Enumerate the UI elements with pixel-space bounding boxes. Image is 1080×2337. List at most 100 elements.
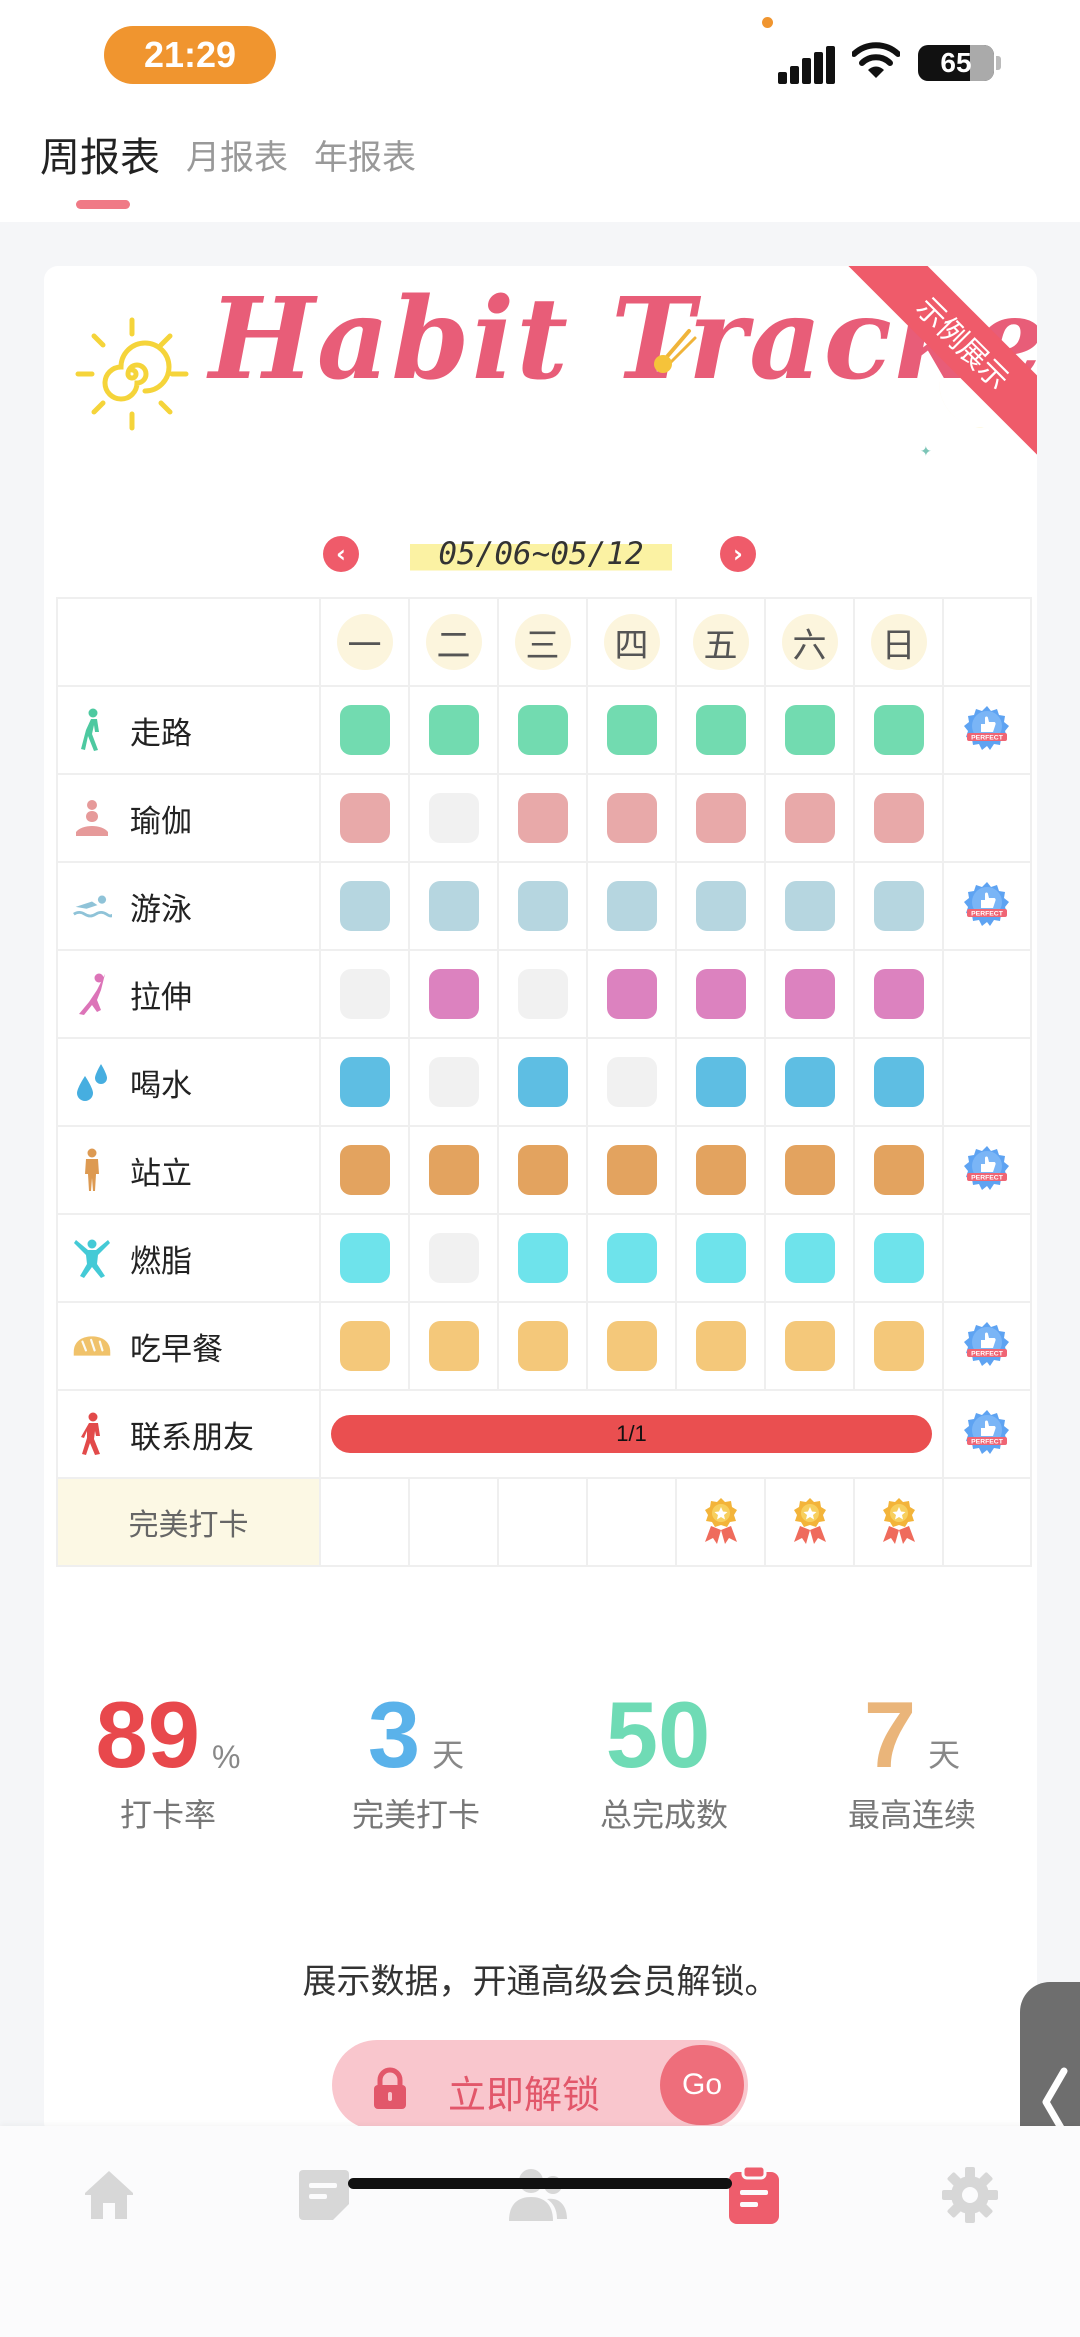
- habit-name-cell: 走路: [56, 685, 321, 775]
- day-cell[interactable]: [764, 773, 855, 863]
- checkin-done-square: [873, 1321, 924, 1371]
- day-cell[interactable]: [497, 949, 588, 1039]
- checkin-done-square: [873, 1145, 924, 1195]
- checkin-done-square: [695, 1233, 746, 1283]
- svg-text:✦: ✦: [920, 444, 932, 458]
- day-cell[interactable]: [675, 773, 766, 863]
- nav-friends[interactable]: [503, 2160, 573, 2230]
- day-cell[interactable]: [586, 1301, 677, 1391]
- day-cell[interactable]: [408, 773, 499, 863]
- checkin-done-square: [695, 1057, 746, 1107]
- habit-grid: 一 二 三 四 五 六 日 走路 PERFECT 瑜伽 游泳 PERFECT 拉伸 喝水 站立…: [56, 597, 1032, 1567]
- habit-name-cell: 游泳: [56, 861, 321, 951]
- day-cell[interactable]: [853, 1213, 944, 1303]
- day-cell[interactable]: [764, 1125, 855, 1215]
- day-cell[interactable]: [408, 1125, 499, 1215]
- day-cell[interactable]: [675, 1125, 766, 1215]
- day-cell[interactable]: [497, 1037, 588, 1127]
- day-cell[interactable]: [586, 773, 677, 863]
- day-cell[interactable]: [319, 861, 410, 951]
- day-cell[interactable]: [853, 773, 944, 863]
- nav-report[interactable]: [719, 2160, 789, 2230]
- nav-notes[interactable]: [289, 2160, 359, 2230]
- progress-bar[interactable]: 1/1: [331, 1415, 932, 1453]
- habit-row: 拉伸: [56, 949, 1032, 1039]
- thumbs-up-badge-icon: PERFECT: [964, 1410, 1010, 1459]
- day-cell[interactable]: [853, 1037, 944, 1127]
- checkin-empty-square: [606, 1057, 657, 1107]
- day-cell[interactable]: [853, 1301, 944, 1391]
- day-cell[interactable]: [408, 861, 499, 951]
- day-cell[interactable]: [764, 949, 855, 1039]
- day-cell[interactable]: [586, 1037, 677, 1127]
- day-cell[interactable]: [408, 1213, 499, 1303]
- habit-1[interactable]: 瑜伽: [58, 795, 319, 841]
- day-cell[interactable]: [319, 1213, 410, 1303]
- day-cell[interactable]: [853, 861, 944, 951]
- day-cell[interactable]: [497, 861, 588, 951]
- day-cell[interactable]: [675, 949, 766, 1039]
- habit-4[interactable]: 喝水: [58, 1059, 319, 1105]
- day-cell[interactable]: [319, 1125, 410, 1215]
- day-cell[interactable]: [675, 685, 766, 775]
- day-cell[interactable]: [497, 1301, 588, 1391]
- day-cell[interactable]: [853, 685, 944, 775]
- day-cell[interactable]: [497, 1213, 588, 1303]
- day-cell[interactable]: [408, 1301, 499, 1391]
- day-cell[interactable]: [764, 1213, 855, 1303]
- habit-6[interactable]: 燃脂: [58, 1235, 319, 1281]
- checkin-done-square: [695, 1145, 746, 1195]
- day-cell[interactable]: [853, 949, 944, 1039]
- checkin-done-square: [517, 1057, 568, 1107]
- nav-home[interactable]: [74, 2160, 144, 2230]
- day-cell[interactable]: [319, 949, 410, 1039]
- day-header: 四: [586, 597, 677, 687]
- checkin-done-square: [517, 705, 568, 755]
- habit-3[interactable]: 拉伸: [58, 971, 319, 1017]
- perfect-day-cell: [586, 1477, 677, 1567]
- habit-2[interactable]: 游泳: [58, 883, 319, 929]
- day-cell[interactable]: [408, 685, 499, 775]
- day-cell[interactable]: [586, 1125, 677, 1215]
- nav-settings[interactable]: [935, 2160, 1005, 2230]
- day-cell[interactable]: [675, 861, 766, 951]
- habit-0[interactable]: 走路: [58, 707, 319, 753]
- day-cell[interactable]: [764, 861, 855, 951]
- checkin-empty-square: [517, 969, 568, 1019]
- day-cell[interactable]: [408, 949, 499, 1039]
- day-cell[interactable]: [764, 1037, 855, 1127]
- unlock-button[interactable]: 立即解锁 Go: [332, 2040, 748, 2130]
- day-cell[interactable]: [497, 1125, 588, 1215]
- day-cell[interactable]: [675, 1037, 766, 1127]
- go-button[interactable]: Go: [660, 2045, 744, 2125]
- day-cell[interactable]: [586, 685, 677, 775]
- habit-name-cell: 拉伸: [56, 949, 321, 1039]
- day-cell[interactable]: [497, 685, 588, 775]
- day-cell[interactable]: [319, 1037, 410, 1127]
- day-cell[interactable]: [319, 1301, 410, 1391]
- checkin-done-square: [695, 1321, 746, 1371]
- prev-week-button[interactable]: ‹: [323, 536, 359, 572]
- tab-monthly[interactable]: 月报表: [186, 138, 288, 214]
- day-cell[interactable]: [764, 685, 855, 775]
- day-cell[interactable]: [675, 1213, 766, 1303]
- day-cell[interactable]: [497, 773, 588, 863]
- day-cell[interactable]: [586, 1213, 677, 1303]
- checkin-done-square: [873, 1057, 924, 1107]
- day-cell[interactable]: [408, 1037, 499, 1127]
- day-cell[interactable]: [319, 773, 410, 863]
- habit-7[interactable]: 吃早餐: [58, 1323, 319, 1369]
- day-cell[interactable]: [764, 1301, 855, 1391]
- next-week-button[interactable]: ›: [720, 536, 756, 572]
- day-cell[interactable]: [586, 861, 677, 951]
- habit-contact-friends[interactable]: 联系朋友: [58, 1411, 319, 1457]
- tab-weekly[interactable]: 周报表: [40, 138, 160, 214]
- day-cell[interactable]: [675, 1301, 766, 1391]
- day-cell[interactable]: [853, 1125, 944, 1215]
- day-cell[interactable]: [319, 685, 410, 775]
- tab-yearly[interactable]: 年报表: [314, 138, 416, 214]
- stat-checkin-rate: 89% 打卡率: [44, 1674, 292, 1836]
- habit-5[interactable]: 站立: [58, 1147, 319, 1193]
- water-drop-icon: [72, 1059, 112, 1105]
- day-cell[interactable]: [586, 949, 677, 1039]
